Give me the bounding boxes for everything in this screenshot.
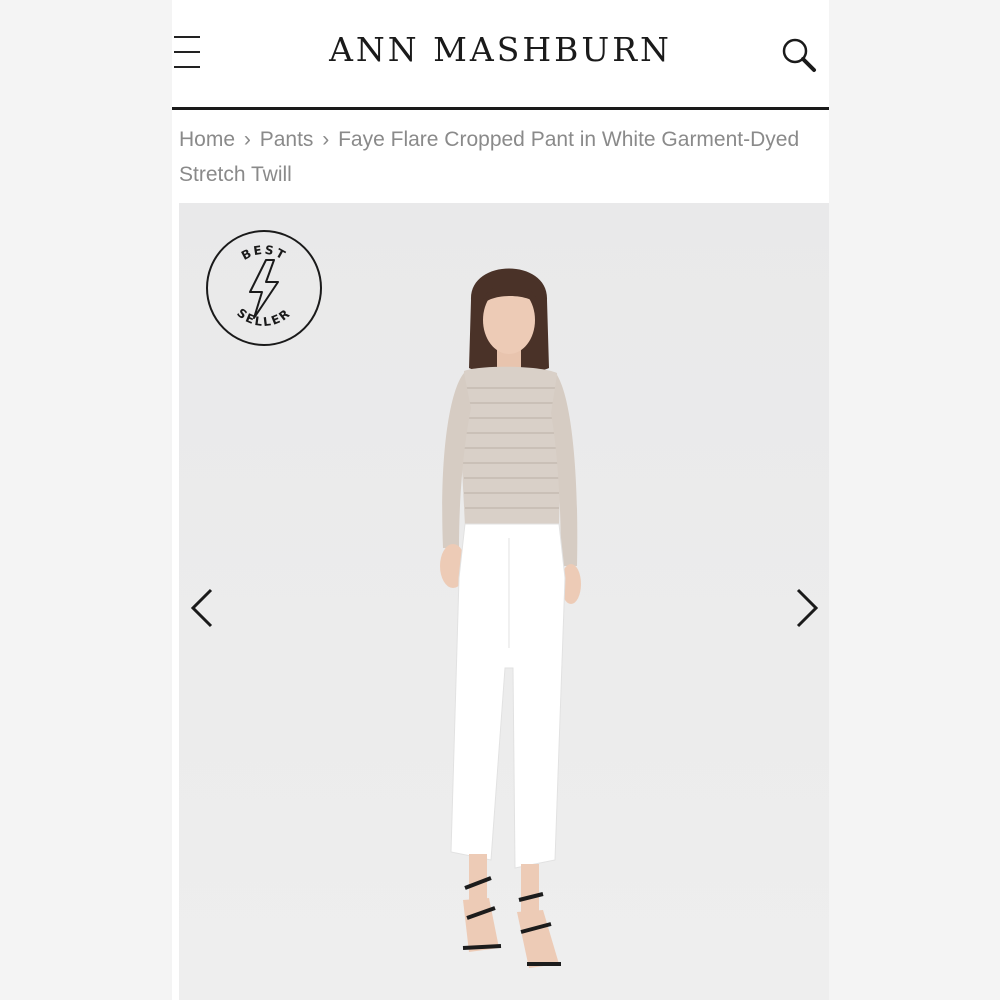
brand-logo[interactable]: ANN MASHBURN	[172, 30, 829, 69]
lightning-bolt-icon	[249, 259, 279, 319]
product-model-photo	[440, 268, 581, 968]
breadcrumb-pants[interactable]: Pants	[260, 128, 314, 151]
product-image-gallery[interactable]: BEST SELLER	[179, 203, 829, 1000]
breadcrumb-home[interactable]: Home	[179, 128, 235, 151]
breadcrumb: Home › Pants › Faye Flare Cropped Pant i…	[179, 122, 809, 192]
chevron-right-icon[interactable]	[792, 586, 822, 630]
header-divider	[172, 107, 829, 110]
svg-text:SELLER: SELLER	[234, 306, 293, 330]
chevron-left-icon[interactable]	[187, 586, 217, 630]
left-background-panel	[0, 0, 172, 1000]
search-icon[interactable]	[780, 35, 820, 75]
svg-text:BEST: BEST	[239, 243, 289, 263]
badge-top-text: BEST	[239, 243, 287, 263]
best-seller-badge: BEST SELLER	[206, 230, 322, 346]
right-background-panel	[829, 0, 1000, 1000]
site-header: ANN MASHBURN	[172, 0, 829, 110]
breadcrumb-separator: ›	[322, 128, 330, 151]
breadcrumb-separator: ›	[243, 128, 251, 151]
badge-bottom-text: SELLER	[234, 306, 291, 330]
mobile-page: ANN MASHBURN Home › Pants › Faye Flare C…	[172, 0, 829, 1000]
